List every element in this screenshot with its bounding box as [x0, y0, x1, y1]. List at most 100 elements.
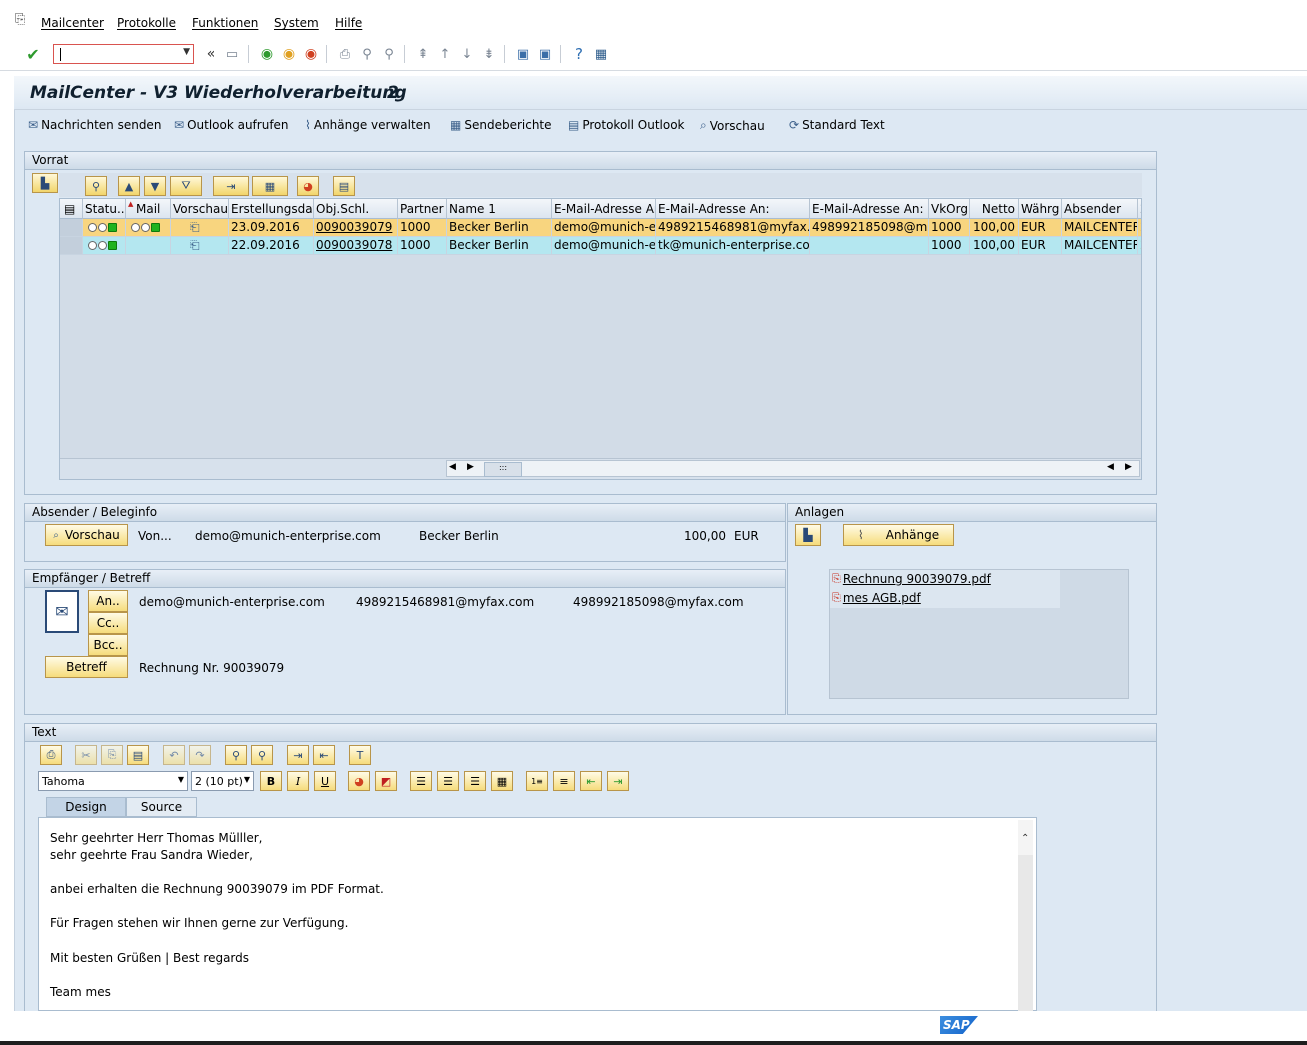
new-session-icon[interactable]: ▣: [514, 45, 532, 63]
find-icon[interactable]: ⚲: [358, 45, 376, 63]
col-absender[interactable]: Absender: [1062, 199, 1138, 219]
indent-button[interactable]: ⇥: [607, 771, 629, 791]
attachment-link[interactable]: mes AGB.pdf: [843, 591, 921, 605]
layout-button[interactable]: ▦: [252, 176, 288, 196]
col-email-an-1[interactable]: E-Mail-Adresse An:: [552, 199, 656, 219]
preview-icon[interactable]: ⎗: [171, 237, 229, 255]
col-vkorg[interactable]: VkOrg: [929, 199, 970, 219]
numbered-list-button[interactable]: 1≡: [526, 771, 548, 791]
horizontal-scrollbar[interactable]: ◀ ▶ ::: ◀ ▶: [446, 460, 1140, 477]
font-size-select[interactable]: 2 (10 pt) ▼: [191, 771, 254, 791]
col-waehrung[interactable]: Währg: [1019, 199, 1062, 219]
open-outlook-button[interactable]: ✉ Outlook aufrufen: [174, 118, 289, 132]
tab-design[interactable]: Design: [46, 797, 126, 817]
obj-key-link[interactable]: 0090039078: [314, 237, 398, 255]
sort-descending-button[interactable]: ▼: [144, 176, 166, 196]
customize-layout-icon[interactable]: ▦: [592, 45, 610, 63]
col-email-an-3[interactable]: E-Mail-Adresse An:: [810, 199, 929, 219]
shortcut-icon[interactable]: ▣: [536, 45, 554, 63]
replace-button[interactable]: ⚲: [251, 745, 273, 765]
command-field[interactable]: ▼: [53, 44, 194, 64]
undo-button[interactable]: ↶: [163, 745, 185, 765]
toggle-attachments-button[interactable]: ▙: [795, 524, 821, 546]
previous-page-icon[interactable]: ↑: [436, 45, 454, 63]
attachment-item[interactable]: ⎘ mes AGB.pdf: [832, 591, 921, 605]
scroll-up-icon[interactable]: ⌃: [1021, 833, 1029, 844]
import-button[interactable]: ⇥: [287, 745, 309, 765]
an-button[interactable]: An..: [88, 590, 128, 612]
bold-button[interactable]: B: [260, 771, 282, 791]
export-button[interactable]: ⇤: [313, 745, 335, 765]
align-center-button[interactable]: ☰: [437, 771, 459, 791]
recipient-book-icon[interactable]: ✉: [45, 590, 79, 633]
italic-button[interactable]: I: [287, 771, 309, 791]
scroll-left-icon[interactable]: ◀: [449, 462, 456, 472]
help-icon[interactable]: ?: [570, 45, 588, 63]
menu-system[interactable]: System: [274, 16, 319, 30]
find-button[interactable]: ⚲: [225, 745, 247, 765]
menu-hilfe[interactable]: Hilfe: [335, 16, 362, 30]
send-messages-button[interactable]: ✉ Nachrichten senden: [28, 118, 161, 132]
attachment-link[interactable]: Rechnung 90039079.pdf: [843, 572, 991, 586]
vorschau-button[interactable]: ⌕ Vorschau: [45, 524, 128, 546]
preview-icon[interactable]: ⎗: [171, 219, 229, 237]
find-next-icon[interactable]: ⚲: [380, 45, 398, 63]
first-page-icon[interactable]: ⇞: [414, 45, 432, 63]
anhaenge-button[interactable]: ⌇ Anhänge: [843, 524, 954, 546]
betreff-button[interactable]: Betreff: [45, 656, 128, 678]
align-left-button[interactable]: ☰: [410, 771, 432, 791]
align-right-button[interactable]: ☰: [464, 771, 486, 791]
print-button[interactable]: ⎙: [40, 745, 62, 765]
information-button[interactable]: ▤: [333, 176, 355, 196]
bullet-list-button[interactable]: ≡: [553, 771, 575, 791]
exit-icon[interactable]: ◉: [280, 45, 298, 63]
menu-mailcenter[interactable]: Mailcenter: [41, 16, 104, 30]
manage-attachments-button[interactable]: ⌇ Anhänge verwalten: [305, 118, 431, 132]
row-selector[interactable]: [60, 219, 83, 237]
underline-button[interactable]: U: [314, 771, 336, 791]
color-button[interactable]: ◕: [348, 771, 370, 791]
background-color-button[interactable]: ◩: [375, 771, 397, 791]
toggle-tree-button[interactable]: ▙: [32, 173, 58, 193]
col-status[interactable]: Statu...: [83, 199, 126, 219]
cancel-icon[interactable]: ◉: [302, 45, 320, 63]
last-page-icon[interactable]: ⇟: [480, 45, 498, 63]
send-reports-button[interactable]: ▦ Sendeberichte: [450, 118, 552, 132]
col-obj-schl[interactable]: Obj.Schl.: [314, 199, 398, 219]
col-netto[interactable]: Netto: [970, 199, 1019, 219]
menu-protokolle[interactable]: Protokolle: [117, 16, 176, 30]
menu-icon[interactable]: ⎘: [15, 12, 25, 27]
print-icon[interactable]: ⎙: [336, 45, 354, 63]
graphic-button[interactable]: ◕: [297, 176, 319, 196]
details-button[interactable]: ⚲: [85, 176, 107, 196]
attachment-item[interactable]: ⎘ Rechnung 90039079.pdf: [832, 572, 991, 586]
menu-funktionen[interactable]: Funktionen: [192, 16, 258, 30]
cc-button[interactable]: Cc..: [88, 612, 128, 634]
col-email-an-2[interactable]: E-Mail-Adresse An:: [656, 199, 810, 219]
col-extra[interactable]: 2: [1138, 199, 1141, 219]
chevron-down-icon[interactable]: ▼: [183, 47, 190, 57]
col-partner[interactable]: Partner: [398, 199, 447, 219]
standard-text-button[interactable]: ⟳ Standard Text: [789, 118, 885, 132]
save-icon[interactable]: ▭: [223, 45, 241, 63]
editor-vertical-scrollbar[interactable]: ⌃: [1018, 820, 1033, 1011]
next-page-icon[interactable]: ↓: [458, 45, 476, 63]
scroll-right-end-icon[interactable]: ▶: [1125, 462, 1132, 472]
row-selector[interactable]: [60, 237, 83, 255]
tab-source[interactable]: Source: [126, 797, 197, 817]
scroll-right-icon[interactable]: ▶: [467, 462, 474, 472]
bcc-button[interactable]: Bcc..: [88, 634, 128, 656]
html-editor[interactable]: Sehr geehrter Herr Thomas Mülller, sehr …: [38, 817, 1037, 1011]
filter-button[interactable]: ⛛: [170, 176, 202, 196]
paste-button[interactable]: ▤: [127, 745, 149, 765]
sort-ascending-button[interactable]: ▲: [118, 176, 140, 196]
insert-text-button[interactable]: T: [349, 745, 371, 765]
font-select[interactable]: Tahoma ▼: [38, 771, 188, 791]
back-icon[interactable]: ◉: [258, 45, 276, 63]
col-name1[interactable]: Name 1: [447, 199, 552, 219]
enter-check-icon[interactable]: ✔: [24, 45, 42, 64]
obj-key-link[interactable]: 0090039079: [314, 219, 398, 237]
redo-button[interactable]: ↷: [189, 745, 211, 765]
scroll-left-end-icon[interactable]: ◀: [1107, 462, 1114, 472]
scroll-thumb[interactable]: :::: [484, 462, 522, 477]
